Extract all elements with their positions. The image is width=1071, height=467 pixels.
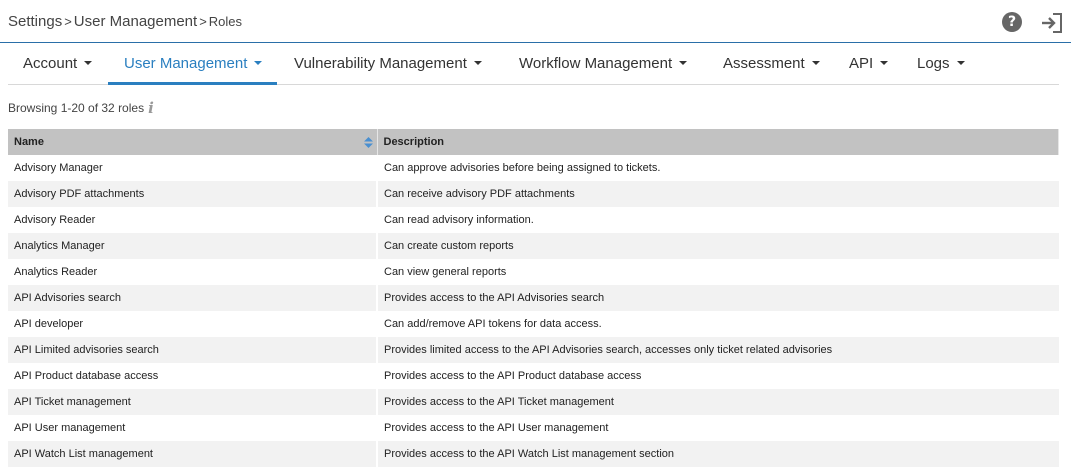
browsing-text: Browsing 1-20 of 32 roles [8,101,145,115]
tab-workflow-management[interactable]: Workflow Management [502,44,706,85]
logout-icon[interactable] [1040,12,1064,34]
caret-down-icon [84,61,93,66]
table-row[interactable]: API Watch List management Provides access… [8,441,1059,467]
column-header-name-label: Name [14,136,44,148]
main-nav: Account User Management Vulnerability Ma… [8,44,1059,85]
table-header-row: Name Description [8,129,1059,155]
table-row[interactable]: API User management Provides access to th… [8,415,1059,441]
breadcrumb-user-management[interactable]: User Management [74,13,197,30]
role-name-cell[interactable]: Advisory Manager [8,155,378,181]
table-row[interactable]: API Ticket management Provides access to … [8,389,1059,415]
role-name-cell[interactable]: API Product database access [8,363,378,389]
tab-workflow-management-label: Workflow Management [519,55,673,72]
table-row[interactable]: Analytics Manager Can create custom repor… [8,233,1059,259]
tab-logs-label: Logs [917,55,950,72]
table-row[interactable]: API Advisories search Provides access to … [8,285,1059,311]
role-name-cell[interactable]: Analytics Reader [8,259,378,285]
breadcrumb-roles: Roles [208,14,243,29]
tab-api[interactable]: API [832,44,899,85]
tab-vulnerability-management-label: Vulnerability Management [294,55,467,72]
role-name-cell[interactable]: API Ticket management [8,389,378,415]
tab-user-management-label: User Management [124,55,248,72]
sort-icon[interactable] [363,137,373,148]
role-description-cell: Provides access to the API Ticket manage… [377,389,1059,415]
table-row[interactable]: API Limited advisories search Provides li… [8,337,1059,363]
table-row[interactable]: API developer Can add/remove API tokens f… [8,311,1059,337]
role-description-cell: Can receive advisory PDF attachments [377,181,1059,207]
role-description-cell: Can read advisory information. [377,207,1059,233]
role-description-cell: Can approve advisories before being assi… [377,155,1059,181]
role-description-cell: Provides access to the API User manageme… [377,415,1059,441]
role-name-cell[interactable]: Advisory Reader [8,207,378,233]
tab-api-label: API [849,55,874,72]
browsing-summary: Browsing 1-20 of 32 roles i [8,99,154,117]
role-description-cell: Provides limited access to the API Advis… [377,337,1059,363]
role-description-cell: Can view general reports [377,259,1059,285]
role-description-cell: Provides access to the API Watch List ma… [377,441,1059,467]
role-name-cell[interactable]: Advisory PDF attachments [8,181,378,207]
column-header-description-label: Description [383,136,445,148]
table-row[interactable]: Advisory Manager Can approve advisories b… [8,155,1059,181]
breadcrumb-separator: > [64,14,72,29]
info-icon[interactable]: i [148,99,154,117]
table-row[interactable]: API Product database access Provides acce… [8,363,1059,389]
role-name-cell[interactable]: API Advisories search [8,285,378,311]
caret-down-icon [473,61,482,66]
role-name-cell[interactable]: API User management [8,415,378,441]
role-name-cell[interactable]: API Watch List management [8,441,378,467]
caret-down-icon [956,61,965,66]
tab-user-management[interactable]: User Management [108,44,277,85]
caret-down-icon [254,61,263,66]
caret-down-icon [880,61,889,66]
tab-account-label: Account [23,55,78,72]
tab-vulnerability-management[interactable]: Vulnerability Management [277,44,502,85]
roles-table: Name Description Advisory Manager Can app… [8,129,1059,467]
top-header: Settings > User Management > Roles ? [0,0,1071,43]
role-description-cell: Provides access to the API Advisories se… [377,285,1059,311]
tab-account[interactable]: Account [8,44,108,85]
table-row[interactable]: Analytics Reader Can view general reports [8,259,1059,285]
caret-down-icon [679,61,688,66]
role-description-cell: Provides access to the API Product datab… [377,363,1059,389]
role-name-cell[interactable]: Analytics Manager [8,233,378,259]
tab-assessment[interactable]: Assessment [706,44,832,85]
caret-down-icon [811,61,820,66]
role-description-cell: Can create custom reports [377,233,1059,259]
table-row[interactable]: Advisory PDF attachments Can receive advi… [8,181,1059,207]
breadcrumb-settings[interactable]: Settings [8,13,62,30]
tab-logs[interactable]: Logs [899,44,969,85]
table-row[interactable]: Advisory Reader Can read advisory informa… [8,207,1059,233]
tab-assessment-label: Assessment [723,55,805,72]
role-description-cell: Can add/remove API tokens for data acces… [377,311,1059,337]
breadcrumb: Settings > User Management > Roles [8,13,242,30]
column-header-description[interactable]: Description [377,129,1059,155]
breadcrumb-separator: > [199,14,207,29]
help-icon[interactable]: ? [1002,12,1022,32]
column-header-name[interactable]: Name [8,129,378,155]
role-name-cell[interactable]: API developer [8,311,378,337]
role-name-cell[interactable]: API Limited advisories search [8,337,378,363]
